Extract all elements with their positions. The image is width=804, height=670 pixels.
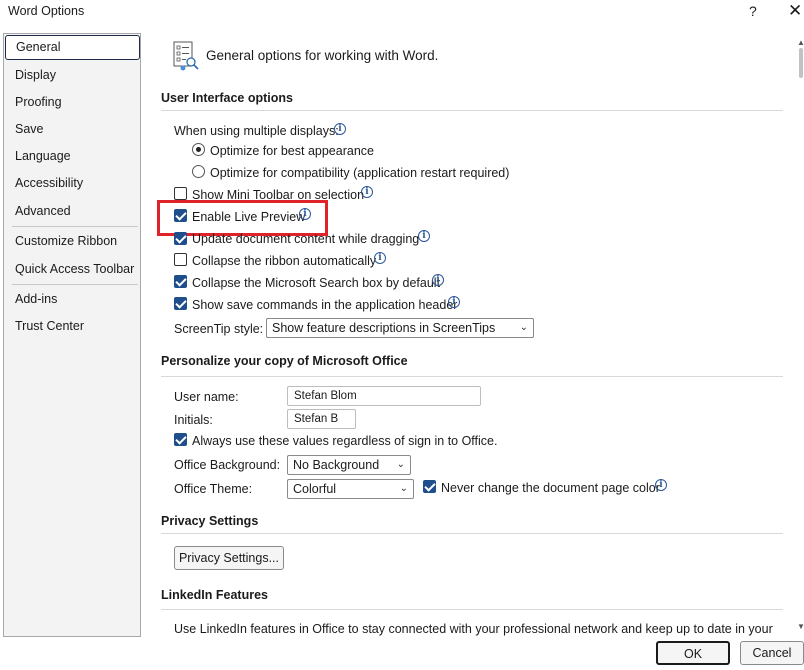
screentip-value: Show feature descriptions in ScreenTips [272, 321, 496, 335]
nav-divider [12, 226, 138, 227]
live-preview-checkbox[interactable] [174, 209, 187, 222]
initials-input[interactable]: Stefan B [287, 409, 356, 429]
collapse-ribbon-checkbox[interactable] [174, 253, 187, 266]
section-divider [161, 533, 783, 534]
nav-item-save[interactable]: Save [15, 119, 44, 139]
info-icon: i [299, 208, 311, 220]
general-options-icon [172, 40, 202, 72]
username-label: User name: [174, 390, 239, 404]
radio-best-appearance-label: Optimize for best appearance [210, 144, 374, 158]
username-input[interactable]: Stefan Blom [287, 386, 481, 406]
scroll-up-arrow-icon[interactable]: ▲ [797, 38, 804, 47]
options-nav: General Display Proofing Save Language A… [3, 33, 141, 637]
linkedin-description: Use LinkedIn features in Office to stay … [174, 622, 773, 636]
update-dragging-label: Update document content while dragging [192, 232, 420, 246]
nav-item-quick-access-toolbar[interactable]: Quick Access Toolbar [15, 259, 134, 279]
info-icon: i [432, 274, 444, 286]
office-theme-value: Colorful [293, 482, 337, 496]
page-title: General options for working with Word. [206, 48, 439, 63]
scrollbar-thumb[interactable] [799, 48, 803, 78]
nav-item-trust-center[interactable]: Trust Center [15, 316, 84, 336]
nav-item-display[interactable]: Display [15, 65, 56, 85]
screentip-select[interactable]: Show feature descriptions in ScreenTips … [266, 318, 534, 338]
nav-item-advanced[interactable]: Advanced [15, 201, 71, 221]
nav-item-add-ins[interactable]: Add-ins [15, 289, 57, 309]
info-icon: i [655, 479, 667, 491]
chevron-down-icon: ⌄ [396, 459, 405, 470]
radio-compatibility-label: Optimize for compatibility (application … [210, 166, 510, 180]
initials-label: Initials: [174, 413, 213, 427]
screentip-label: ScreenTip style: [174, 322, 264, 336]
always-use-checkbox[interactable] [174, 433, 187, 446]
close-button[interactable]: ✕ [788, 1, 802, 21]
collapse-search-checkbox[interactable] [174, 275, 187, 288]
radio-compatibility[interactable] [192, 165, 205, 178]
section-title-ui: User Interface options [161, 91, 293, 105]
collapse-search-label: Collapse the Microsoft Search box by def… [192, 276, 441, 290]
office-background-label: Office Background: [174, 458, 281, 472]
nav-item-customize-ribbon[interactable]: Customize Ribbon [15, 231, 117, 251]
live-preview-label: Enable Live Preview [192, 210, 306, 224]
window-title: Word Options [8, 4, 85, 18]
show-save-label: Show save commands in the application he… [192, 298, 458, 312]
info-icon: i [448, 296, 460, 308]
info-icon: i [361, 186, 373, 198]
chevron-down-icon: ⌄ [399, 483, 408, 494]
section-title-privacy: Privacy Settings [161, 514, 259, 528]
chevron-down-icon: ⌄ [519, 322, 528, 333]
collapse-ribbon-label: Collapse the ribbon automatically [192, 254, 377, 268]
help-button[interactable]: ? [749, 3, 757, 19]
section-divider [161, 110, 783, 111]
radio-best-appearance[interactable] [192, 143, 205, 156]
scroll-down-arrow-icon[interactable]: ▼ [797, 622, 804, 631]
section-divider [161, 609, 783, 610]
office-background-select[interactable]: No Background ⌄ [287, 455, 411, 475]
nav-item-general[interactable]: General [5, 35, 140, 60]
cancel-button[interactable]: Cancel [740, 641, 804, 665]
section-title-linkedin: LinkedIn Features [161, 588, 268, 602]
nav-item-proofing[interactable]: Proofing [15, 92, 62, 112]
nav-item-language[interactable]: Language [15, 146, 71, 166]
info-icon: i [334, 123, 346, 135]
never-change-checkbox[interactable] [423, 480, 436, 493]
mini-toolbar-checkbox[interactable] [174, 187, 187, 200]
office-theme-select[interactable]: Colorful ⌄ [287, 479, 414, 499]
office-theme-label: Office Theme: [174, 482, 253, 496]
nav-divider [12, 284, 138, 285]
always-use-label: Always use these values regardless of si… [192, 434, 498, 448]
section-title-personalize: Personalize your copy of Microsoft Offic… [161, 354, 408, 368]
info-icon: i [374, 252, 386, 264]
update-dragging-checkbox[interactable] [174, 232, 187, 245]
ok-button[interactable]: OK [656, 641, 730, 665]
nav-item-accessibility[interactable]: Accessibility [15, 173, 83, 193]
multiple-displays-label: When using multiple displays: [174, 124, 339, 138]
never-change-label: Never change the document page color [441, 481, 660, 495]
privacy-settings-button[interactable]: Privacy Settings... [174, 546, 284, 570]
office-background-value: No Background [293, 458, 380, 472]
section-divider [161, 376, 783, 377]
info-icon: i [418, 230, 430, 242]
show-save-checkbox[interactable] [174, 297, 187, 310]
